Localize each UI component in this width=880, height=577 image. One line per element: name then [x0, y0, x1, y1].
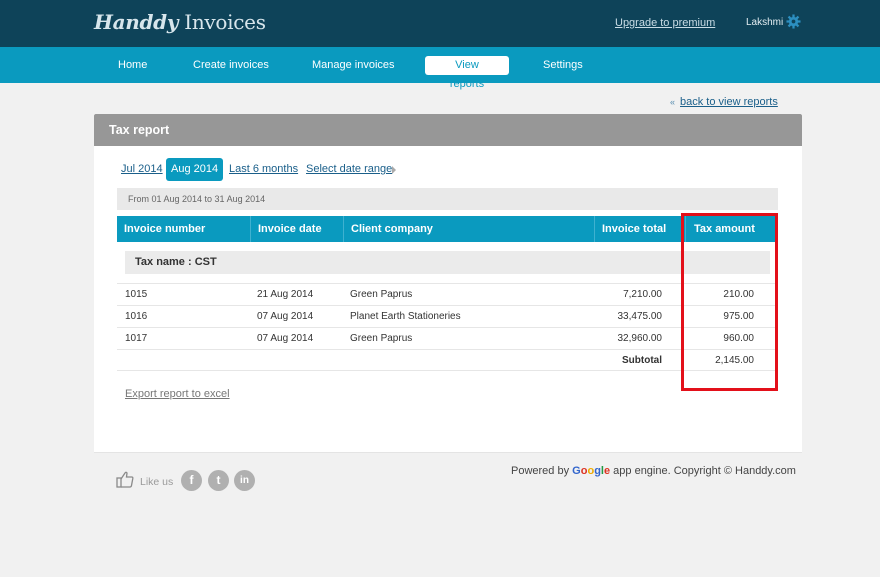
table-header: Invoice number Invoice date Client compa…: [117, 216, 778, 242]
invoice-date: 07 Aug 2014: [257, 333, 314, 344]
col-invoice-total[interactable]: Invoice total: [602, 216, 666, 242]
client-company: Green Paprus: [350, 289, 413, 300]
col-invoice-date[interactable]: Invoice date: [258, 216, 322, 242]
main-nav: Home Create invoices Manage invoices Vie…: [0, 47, 880, 90]
like-us-label: Like us: [140, 476, 174, 488]
linkedin-icon[interactable]: in: [234, 470, 255, 491]
period-last-6-months[interactable]: Last 6 months: [229, 158, 298, 181]
invoice-date: 07 Aug 2014: [257, 311, 314, 322]
powered-suffix: app engine. Copyright © Handdy.com: [610, 465, 796, 477]
user-name[interactable]: Lakshmi: [746, 17, 783, 28]
invoice-total: 32,960.00: [617, 333, 663, 344]
google-logo-text: Google: [572, 465, 611, 477]
footer-copyright: Powered by Google app engine. Copyright …: [511, 465, 796, 477]
powered-prefix: Powered by: [511, 465, 573, 477]
period-select-date-range[interactable]: Select date range: [306, 158, 392, 181]
nav-home[interactable]: Home: [106, 56, 159, 75]
logo-script: Handdy: [94, 10, 179, 34]
col-divider: [250, 216, 251, 242]
top-bar: Handdy Invoices Upgrade to premium Laksh…: [0, 0, 880, 47]
table-row[interactable]: 1016 07 Aug 2014 Planet Earth Stationeri…: [117, 305, 778, 327]
invoice-number: 1016: [125, 311, 148, 322]
back-to-reports-link[interactable]: « back to view reports: [670, 96, 778, 108]
tax-group-label: Tax name : CST: [125, 251, 770, 274]
twitter-icon[interactable]: t: [208, 470, 229, 491]
upgrade-link[interactable]: Upgrade to premium: [615, 17, 715, 29]
nav-manage-invoices[interactable]: Manage invoices: [300, 56, 407, 75]
period-jul-2014[interactable]: Jul 2014: [121, 158, 163, 181]
client-company: Green Paprus: [350, 333, 413, 344]
back-link-label: back to view reports: [680, 96, 778, 108]
invoice-total: 7,210.00: [623, 289, 662, 300]
double-chevron-left-icon: «: [670, 97, 676, 107]
client-company: Planet Earth Stationeries: [350, 311, 461, 322]
nav-settings[interactable]: Settings: [531, 56, 595, 75]
col-divider: [343, 216, 344, 242]
subtotal-row: Subtotal 2,145.00: [117, 349, 778, 371]
subtotal-label: Subtotal: [622, 355, 662, 366]
invoice-total: 33,475.00: [617, 311, 663, 322]
table-row[interactable]: 1015 21 Aug 2014 Green Paprus 7,210.00 2…: [117, 283, 778, 305]
tax-amount-highlight-box: [681, 213, 778, 391]
col-client-company[interactable]: Client company: [351, 216, 433, 242]
export-excel-link[interactable]: Export report to excel: [125, 388, 230, 400]
period-aug-2014[interactable]: Aug 2014: [166, 158, 224, 181]
nav-view-reports[interactable]: View reports: [425, 56, 509, 90]
app-logo[interactable]: Handdy Invoices: [94, 10, 266, 34]
chevron-right-icon: [392, 166, 396, 174]
invoice-number: 1017: [125, 333, 148, 344]
col-invoice-number[interactable]: Invoice number: [124, 216, 205, 242]
facebook-icon[interactable]: f: [181, 470, 202, 491]
invoice-date: 21 Aug 2014: [257, 289, 314, 300]
table-row[interactable]: 1017 07 Aug 2014 Green Paprus 32,960.00 …: [117, 327, 778, 349]
gear-icon[interactable]: [786, 14, 801, 29]
thumbs-up-icon: [116, 471, 134, 488]
panel-title: Tax report: [94, 114, 802, 146]
date-range-text: From 01 Aug 2014 to 31 Aug 2014: [117, 188, 778, 210]
nav-create-invoices[interactable]: Create invoices: [181, 56, 281, 75]
col-divider: [594, 216, 595, 242]
invoice-number: 1015: [125, 289, 148, 300]
logo-rest: Invoices: [184, 10, 266, 34]
